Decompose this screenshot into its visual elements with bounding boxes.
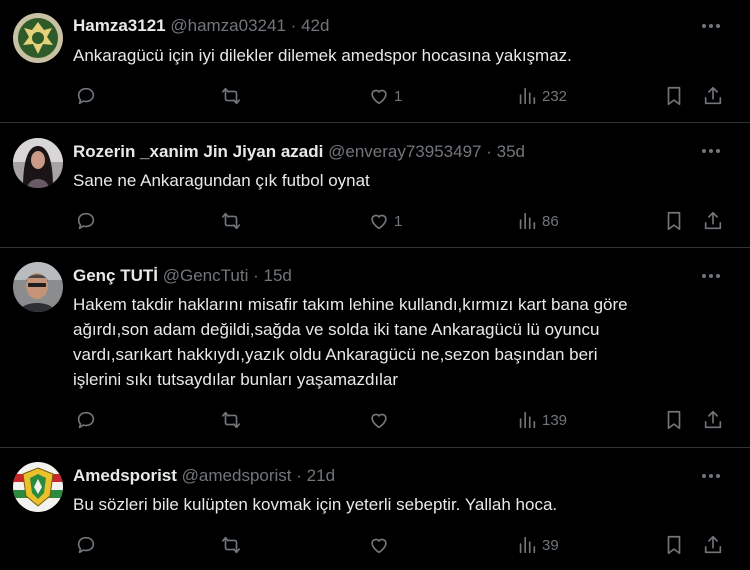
more-icon[interactable]	[700, 466, 722, 486]
timestamp[interactable]: 35d	[497, 142, 525, 161]
like-count: 1	[394, 212, 403, 230]
author-handle[interactable]: @hamza03241	[170, 16, 286, 35]
reply-icon	[77, 536, 95, 554]
avatar[interactable]	[13, 13, 63, 63]
tweet-text: Hakem takdir haklarını misafir takım leh…	[73, 292, 723, 392]
author-name[interactable]: Hamza3121	[73, 16, 166, 35]
share-icon	[704, 410, 722, 429]
timestamp[interactable]: 15d	[264, 266, 292, 285]
tweet-text-line: Hakem takdir haklarını misafir takım leh…	[73, 295, 628, 314]
like-button[interactable]: 1	[368, 209, 402, 233]
tweet-text-line: Ankaragücü için iyi dilekler dilemek ame…	[73, 46, 572, 65]
more-icon[interactable]	[700, 141, 722, 161]
tweet-text: Bu sözleri bile kulüpten kovmak için yet…	[73, 492, 723, 517]
retweet-icon	[221, 411, 241, 429]
author-name[interactable]: Rozerin _xanim Jin Jiyan azadi	[73, 142, 323, 161]
share-icon	[704, 535, 722, 554]
reply-icon	[77, 411, 95, 429]
views-button[interactable]: 39	[516, 533, 559, 557]
reply-button[interactable]	[75, 84, 97, 108]
views-icon	[519, 536, 536, 554]
tweet[interactable]: Hamza3121 @hamza03241 · 42d Ankaragücü i…	[0, 0, 750, 123]
tweet[interactable]: Genç TUTİ @GencTuti · 15d Hakem takdir h…	[0, 248, 750, 448]
like-icon	[371, 538, 387, 554]
view-count: 139	[542, 411, 568, 429]
avatar[interactable]	[13, 462, 63, 512]
share-button[interactable]	[702, 209, 724, 233]
tweet-text-line: Sane ne Ankaragundan çık futbol oynat	[73, 171, 370, 190]
bookmark-icon	[667, 410, 681, 430]
reply-button[interactable]	[75, 533, 97, 557]
bookmark-button[interactable]	[663, 533, 685, 557]
tweet[interactable]: Rozerin _xanim Jin Jiyan azadi @enveray7…	[0, 123, 750, 248]
tweet-text: Ankaragücü için iyi dilekler dilemek ame…	[73, 43, 723, 68]
view-count: 232	[542, 87, 568, 105]
timestamp[interactable]: 42d	[301, 16, 329, 35]
action-bar: 139	[73, 408, 723, 432]
author-handle[interactable]: @amedsporist	[182, 466, 292, 485]
share-button[interactable]	[702, 84, 724, 108]
bookmark-button[interactable]	[663, 84, 685, 108]
views-icon	[519, 411, 536, 429]
retweet-icon	[221, 536, 241, 554]
like-button[interactable]	[368, 408, 394, 432]
tweet-text-line: vardı,sarıkart hakkıydı,yazık oldu Ankar…	[73, 345, 598, 364]
author-name[interactable]: Amedsporist	[73, 466, 177, 485]
timestamp[interactable]: 21d	[307, 466, 335, 485]
like-icon	[371, 214, 387, 230]
reply-button[interactable]	[75, 408, 97, 432]
action-bar: 1 232	[73, 84, 723, 108]
bookmark-icon	[667, 211, 681, 231]
like-button[interactable]	[368, 533, 394, 557]
separator: ·	[296, 466, 302, 485]
avatar[interactable]	[13, 138, 63, 188]
more-icon[interactable]	[700, 16, 722, 36]
separator: ·	[290, 16, 297, 35]
share-icon	[704, 211, 722, 230]
share-button[interactable]	[702, 533, 724, 557]
more-icon[interactable]	[700, 266, 722, 286]
retweet-icon	[221, 87, 241, 105]
author-handle[interactable]: @enveray73953497	[328, 142, 481, 161]
tweet-text-line: ağırdı,son adam değildi,sağda ve solda i…	[73, 320, 600, 339]
retweet-button[interactable]	[220, 408, 242, 432]
view-count: 39	[542, 536, 559, 554]
tweet-text: Sane ne Ankaragundan çık futbol oynat	[73, 168, 723, 193]
retweet-button[interactable]	[220, 209, 242, 233]
view-count: 86	[542, 212, 559, 230]
views-button[interactable]: 86	[516, 209, 559, 233]
like-count: 1	[394, 87, 403, 105]
share-button[interactable]	[702, 408, 724, 432]
avatar[interactable]	[13, 262, 63, 312]
views-icon	[519, 212, 536, 230]
reply-button[interactable]	[75, 209, 97, 233]
author-handle[interactable]: @GencTuti	[163, 266, 249, 285]
action-bar: 1 86	[73, 209, 723, 233]
author-name[interactable]: Genç TUTİ	[73, 266, 158, 285]
tweet-text-line: Bu sözleri bile kulüpten kovmak için yet…	[73, 495, 558, 514]
views-icon	[519, 87, 536, 105]
reply-icon	[77, 212, 95, 230]
action-bar: 39	[73, 533, 723, 557]
views-button[interactable]: 232	[516, 84, 567, 108]
bookmark-button[interactable]	[663, 408, 685, 432]
tweet[interactable]: Amedsporist @amedsporist · 21d Bu sözler…	[0, 448, 750, 570]
share-icon	[704, 86, 722, 105]
separator: ·	[253, 266, 259, 285]
like-button[interactable]: 1	[368, 84, 402, 108]
like-icon	[371, 413, 387, 429]
retweet-button[interactable]	[220, 533, 242, 557]
like-icon	[371, 89, 387, 105]
bookmark-button[interactable]	[663, 209, 685, 233]
bookmark-icon	[667, 535, 681, 555]
reply-icon	[77, 87, 95, 105]
retweet-icon	[221, 212, 241, 230]
retweet-button[interactable]	[220, 84, 242, 108]
bookmark-icon	[667, 86, 681, 106]
views-button[interactable]: 139	[516, 408, 567, 432]
separator: ·	[486, 142, 492, 161]
tweet-text-line: işlerini sıkı tutsaydılar bunları yaşama…	[73, 370, 399, 389]
